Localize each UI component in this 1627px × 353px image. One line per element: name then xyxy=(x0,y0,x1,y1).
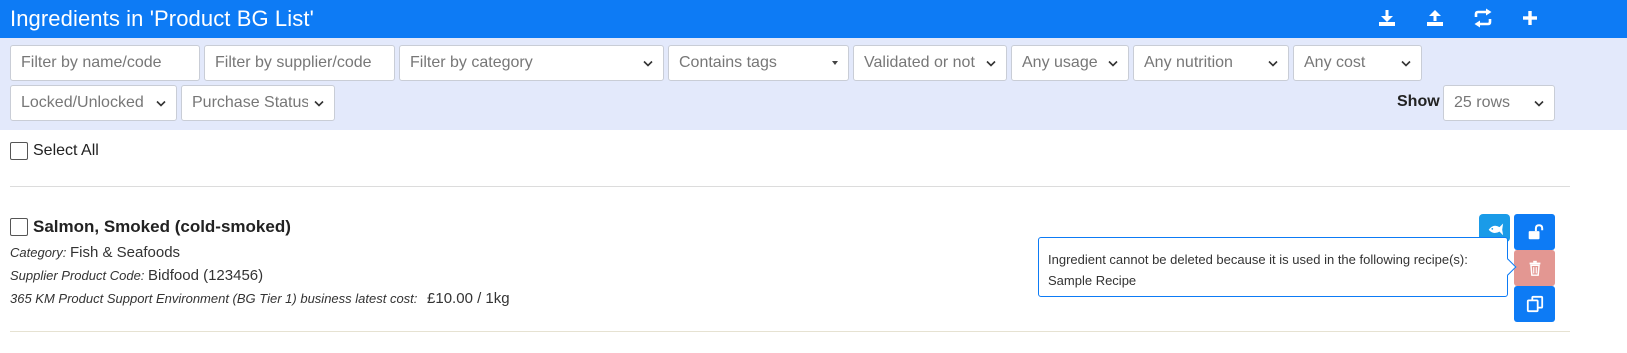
purchase-status-select[interactable]: Purchase Status xyxy=(181,85,335,121)
transfer-icon xyxy=(1474,8,1492,28)
locked-select[interactable]: Locked/Unlocked xyxy=(10,85,177,121)
select-all-label: Select All xyxy=(33,142,99,159)
nutrition-select-value: Any nutrition xyxy=(1144,54,1233,71)
cost-select[interactable]: Any cost xyxy=(1293,45,1422,81)
cost-select-value: Any cost xyxy=(1304,54,1366,71)
caret-down-icon xyxy=(832,61,838,65)
filter-bar: Filter by name/code Filter by supplier/c… xyxy=(0,38,1627,130)
tooltip-message: Ingredient cannot be deleted because it … xyxy=(1048,252,1468,267)
item-supplier-code: Supplier Product Code: Bidfood (123456) xyxy=(10,267,263,284)
chevron-down-icon xyxy=(1108,60,1118,67)
lock-toggle-button[interactable] xyxy=(1514,214,1555,250)
usage-select[interactable]: Any usage xyxy=(1011,45,1129,81)
trash-icon xyxy=(1529,260,1540,276)
tags-select[interactable]: Contains tags xyxy=(668,45,849,81)
purchase-status-select-value: Purchase Status xyxy=(192,94,308,111)
page-header: Ingredients in 'Product BG List' xyxy=(0,0,1627,38)
cost-label: 365 KM Product Support Environment (BG T… xyxy=(10,291,418,306)
rows-per-page-value: 25 rows xyxy=(1454,94,1511,111)
unlock-icon xyxy=(1528,224,1543,240)
supplier-label: Supplier Product Code: xyxy=(10,268,145,283)
copy-button[interactable] xyxy=(1514,286,1555,322)
filter-name-code-input[interactable]: Filter by name/code xyxy=(10,45,200,81)
chevron-down-icon xyxy=(314,100,324,107)
cost-value: £10.00 / 1kg xyxy=(427,290,510,307)
tooltip-recipe-name: Sample Recipe xyxy=(1048,273,1137,288)
nutrition-select[interactable]: Any nutrition xyxy=(1133,45,1289,81)
show-label: Show xyxy=(1397,93,1440,110)
category-label: Category: xyxy=(10,245,67,260)
add-ingredient-button[interactable] xyxy=(1516,5,1544,31)
tags-select-value: Contains tags xyxy=(679,54,777,71)
chevron-down-icon xyxy=(1401,60,1411,67)
divider xyxy=(10,186,1570,187)
rows-per-page-select[interactable]: 25 rows xyxy=(1443,85,1555,121)
add-icon xyxy=(1523,11,1537,25)
fish-icon xyxy=(1488,223,1503,236)
delete-disabled-tooltip: Ingredient cannot be deleted because it … xyxy=(1038,237,1517,297)
ingredient-name[interactable]: Salmon, Smoked (cold-smoked) xyxy=(33,217,291,237)
delete-button[interactable] xyxy=(1514,250,1555,286)
item-category: Category: Fish & Seafoods xyxy=(10,244,180,261)
chevron-down-icon xyxy=(1268,60,1278,67)
locked-select-value: Locked/Unlocked xyxy=(21,94,144,111)
filter-supplier-code-input[interactable]: Filter by supplier/code xyxy=(204,45,395,81)
chevron-down-icon xyxy=(156,100,166,107)
upload-icon xyxy=(1427,10,1443,26)
download-button[interactable] xyxy=(1373,5,1401,31)
chevron-down-icon xyxy=(1534,100,1544,107)
transfer-button[interactable] xyxy=(1469,5,1497,31)
item-header: Salmon, Smoked (cold-smoked) xyxy=(10,217,291,237)
validated-select-value: Validated or not xyxy=(864,54,975,71)
item-latest-cost: 365 KM Product Support Environment (BG T… xyxy=(10,290,510,307)
divider xyxy=(10,331,1570,332)
validated-select[interactable]: Validated or not xyxy=(853,45,1007,81)
category-select-value: Filter by category xyxy=(410,54,533,71)
supplier-value: Bidfood (123456) xyxy=(148,267,264,284)
item-checkbox[interactable] xyxy=(10,218,28,236)
upload-button[interactable] xyxy=(1421,5,1449,31)
filter-name-code-placeholder: Filter by name/code xyxy=(21,54,162,71)
chevron-down-icon xyxy=(986,60,996,67)
category-value: Fish & Seafoods xyxy=(70,244,181,261)
select-all-checkbox[interactable] xyxy=(10,142,28,160)
page-title: Ingredients in 'Product BG List' xyxy=(10,6,314,31)
download-icon xyxy=(1379,10,1395,26)
select-all: Select All xyxy=(10,142,99,160)
chevron-down-icon xyxy=(643,60,653,67)
usage-select-value: Any usage xyxy=(1022,54,1098,71)
filter-supplier-code-placeholder: Filter by supplier/code xyxy=(215,54,372,71)
copy-icon xyxy=(1526,295,1543,313)
category-select[interactable]: Filter by category xyxy=(399,45,664,81)
